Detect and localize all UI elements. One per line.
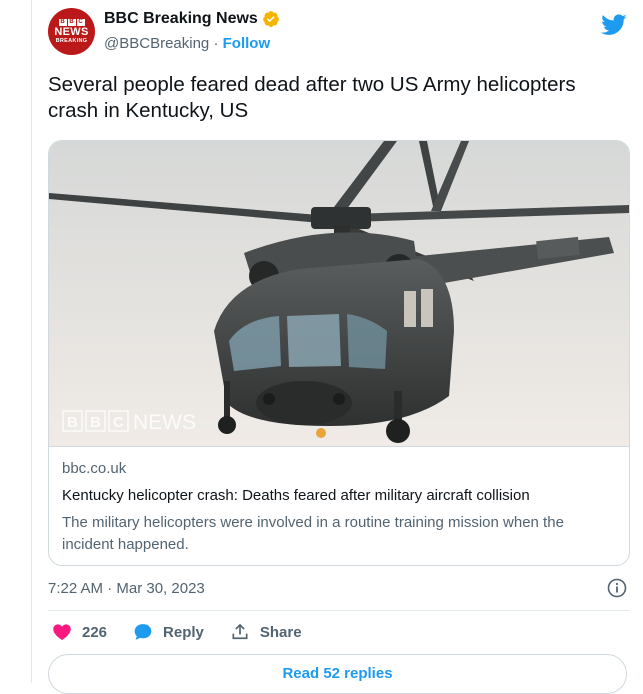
card-title: Kentucky helicopter crash: Deaths feared… [62, 487, 530, 504]
share-label: Share [259, 623, 302, 641]
avatar-breaking-text: BREAKING [55, 37, 88, 44]
divider [48, 610, 629, 611]
tweet-embed: B B C NEWS BREAKING BBC Breaking News @B… [48, 0, 630, 694]
share-upload-icon [232, 623, 248, 640]
svg-text:NEWS: NEWS [133, 411, 196, 434]
card-domain: bbc.co.uk [62, 460, 127, 477]
avatar-bbc-blocks: B B C [58, 18, 85, 26]
tweet-header: B B C NEWS BREAKING BBC Breaking News @B… [48, 8, 629, 56]
reply-bubble-icon [134, 624, 152, 640]
handle[interactable]: @BBCBreaking [104, 35, 209, 52]
tweet-actions: 226 Reply Share [52, 622, 328, 642]
twitter-bird-icon[interactable] [601, 14, 627, 36]
svg-text:C: C [113, 414, 124, 431]
handle-row: @BBCBreaking · Follow [104, 35, 270, 52]
handle-separator: · [209, 35, 223, 52]
tweet-timestamp[interactable]: 7:22 AM · Mar 30, 2023 [48, 580, 205, 597]
svg-text:B: B [90, 414, 101, 431]
helicopter-photo[interactable]: B B C NEWS [49, 141, 629, 446]
display-name[interactable]: BBC Breaking News [104, 10, 258, 28]
read-replies-button[interactable]: Read 52 replies [48, 654, 627, 694]
svg-text:B: B [67, 414, 78, 431]
follow-link[interactable]: Follow [223, 35, 271, 52]
reply-label: Reply [163, 623, 204, 641]
avatar-block: C [76, 18, 85, 26]
card-body[interactable]: bbc.co.uk Kentucky helicopter crash: Dea… [49, 446, 629, 553]
avatar-block: B [58, 18, 67, 26]
card-description: The military helicopters were involved i… [62, 514, 564, 553]
verified-badge-icon [262, 11, 279, 27]
info-icon[interactable] [607, 578, 627, 598]
timeline-border [31, 0, 32, 683]
avatar[interactable]: B B C NEWS BREAKING [48, 8, 95, 55]
avatar-block: B [67, 18, 76, 26]
reply-button[interactable]: Reply [133, 622, 204, 642]
avatar-news-text: NEWS [54, 25, 89, 38]
heart-icon [53, 624, 71, 640]
link-card[interactable]: B B C NEWS bbc.co.uk Kentucky helicopter… [48, 140, 630, 566]
name-row: BBC Breaking News [104, 10, 280, 28]
like-count: 226 [82, 623, 108, 641]
tweet-text: Several people feared dead after two US … [48, 73, 576, 122]
like-button[interactable]: 226 [52, 622, 107, 642]
share-button[interactable]: Share [230, 622, 302, 642]
